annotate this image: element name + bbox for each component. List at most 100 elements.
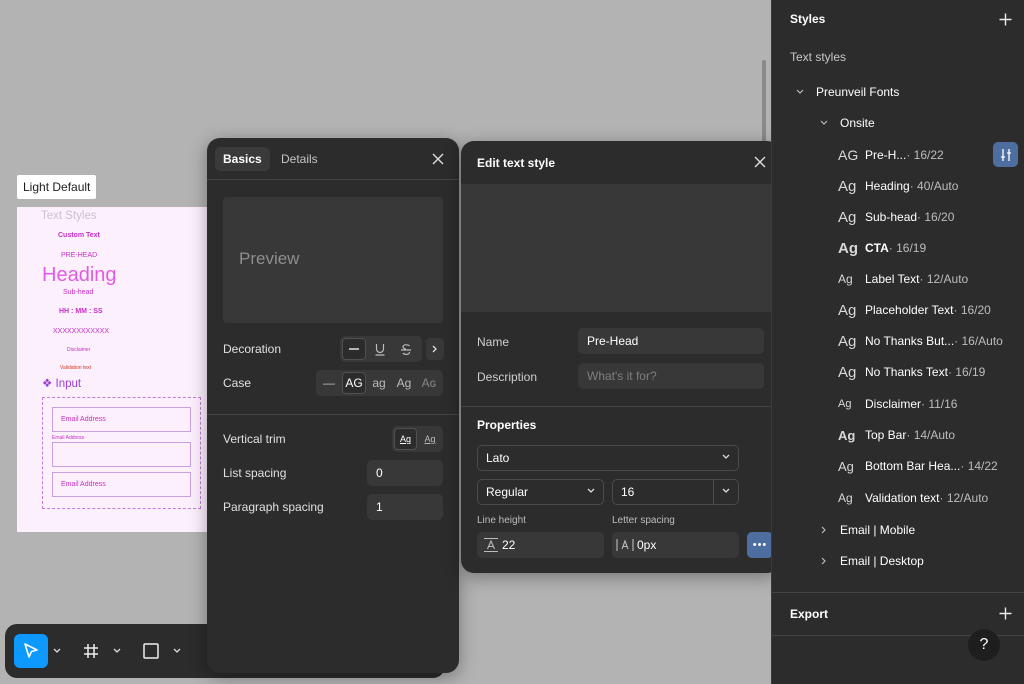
chevron-right-icon[interactable] bbox=[819, 525, 829, 535]
sample-validation: Validation text bbox=[60, 365, 92, 371]
style-meta: · 14/Auto bbox=[906, 428, 956, 442]
divider bbox=[207, 414, 459, 415]
sample-disclaimer: Disclaimer bbox=[67, 347, 91, 353]
text-properties-panel: Basics Details Preview Decoration Case —… bbox=[207, 138, 459, 673]
add-style-button[interactable] bbox=[997, 11, 1013, 27]
style-meta: · 16/22 bbox=[906, 148, 944, 162]
text-style-item[interactable]: Ag Bottom Bar Hea... · 14/22 bbox=[838, 455, 998, 477]
type-preview-icon: Ag bbox=[838, 363, 857, 381]
line-height-input[interactable]: 22 bbox=[477, 532, 604, 558]
input-component-label: ❖ Input bbox=[42, 378, 82, 390]
trim-standard-option[interactable]: Ag bbox=[394, 428, 417, 450]
style-meta: · 12/Auto bbox=[939, 491, 989, 505]
style-name-input[interactable]: Pre-Head bbox=[578, 328, 764, 354]
text-style-item[interactable]: AG Pre-H... · 16/22 bbox=[838, 144, 944, 166]
type-preview-icon: Ag bbox=[838, 491, 853, 505]
name-label: Name bbox=[477, 335, 510, 349]
chevron-down-icon bbox=[722, 488, 730, 493]
style-meta: · 11/16 bbox=[921, 397, 958, 411]
letter-spacing-label: Letter spacing bbox=[612, 515, 675, 526]
decoration-label: Decoration bbox=[223, 342, 282, 356]
type-preview-icon: Ag bbox=[838, 272, 853, 286]
style-group-email-mobile[interactable]: Email | Mobile bbox=[840, 523, 915, 537]
text-preview: Preview bbox=[223, 197, 443, 323]
frame-label[interactable]: Light Default bbox=[17, 175, 97, 199]
canvas-scrollbar[interactable] bbox=[762, 60, 766, 150]
case-small-caps-option[interactable]: Aɢ bbox=[418, 372, 440, 394]
text-style-item[interactable]: Ag Heading · 40/Auto bbox=[838, 175, 958, 197]
chevron-down-icon[interactable] bbox=[170, 643, 184, 659]
tab-details[interactable]: Details bbox=[273, 147, 326, 171]
tab-basics[interactable]: Basics bbox=[215, 147, 270, 171]
text-style-item[interactable]: Ag Label Text · 12/Auto bbox=[838, 268, 968, 290]
hash-icon bbox=[84, 644, 98, 658]
text-style-item[interactable]: Ag Top Bar · 14/Auto bbox=[838, 424, 955, 446]
style-name: Bottom Bar Hea... bbox=[865, 459, 961, 473]
decoration-strikethrough-option[interactable] bbox=[394, 338, 418, 360]
move-tool-button[interactable] bbox=[14, 634, 48, 668]
chevron-down-icon[interactable] bbox=[795, 87, 805, 97]
decoration-none-option[interactable] bbox=[342, 338, 366, 360]
font-family-value: Lato bbox=[486, 451, 510, 465]
font-size-dropdown[interactable]: 16 bbox=[612, 479, 739, 505]
case-lower-option[interactable]: ag bbox=[368, 372, 390, 394]
sample-heading: Heading bbox=[42, 264, 117, 286]
artboard-title: Text Styles bbox=[41, 210, 97, 222]
vertical-trim-label: Vertical trim bbox=[223, 432, 286, 446]
type-preview-icon: Ag bbox=[838, 239, 858, 257]
shape-tool-button[interactable] bbox=[134, 634, 168, 668]
font-family-dropdown[interactable]: Lato bbox=[477, 445, 739, 471]
edit-style-button[interactable] bbox=[993, 142, 1018, 167]
style-group-onsite[interactable]: Onsite bbox=[840, 116, 875, 130]
style-group-email-desktop[interactable]: Email | Desktop bbox=[840, 554, 924, 568]
add-export-button[interactable] bbox=[997, 605, 1013, 621]
style-preview bbox=[461, 184, 780, 312]
text-style-item[interactable]: Ag Disclaimer · 11/16 bbox=[838, 393, 957, 415]
text-styles-heading: Text styles bbox=[790, 50, 847, 64]
style-meta: · 14/22 bbox=[960, 459, 998, 473]
help-button[interactable]: ? bbox=[968, 629, 1000, 661]
rectangle-icon bbox=[143, 643, 159, 659]
style-name: No Thanks Text bbox=[865, 365, 948, 379]
frame-tool-button[interactable] bbox=[74, 634, 108, 668]
sample-pre-head: PRE-HEAD bbox=[61, 252, 98, 259]
decoration-underline-option[interactable] bbox=[368, 338, 392, 360]
list-spacing-input[interactable]: 0 bbox=[367, 460, 443, 486]
more-options-button[interactable]: ••• bbox=[747, 532, 773, 558]
description-input[interactable]: What's it for? bbox=[578, 363, 764, 389]
text-style-item[interactable]: Ag CTA · 16/19 bbox=[838, 237, 926, 259]
style-meta: · 12/Auto bbox=[919, 272, 969, 286]
type-preview-icon: Ag bbox=[838, 427, 856, 443]
artboard[interactable]: Text Styles Custom Text PRE-HEAD Heading… bbox=[17, 207, 207, 532]
style-meta: · 16/20 bbox=[953, 303, 991, 317]
text-style-item[interactable]: Ag No Thanks But... · 16/Auto bbox=[838, 330, 1003, 352]
text-style-item[interactable]: Ag Sub-head · 16/20 bbox=[838, 206, 954, 228]
trim-cap-height-option[interactable]: Ag bbox=[419, 428, 441, 450]
case-none-option[interactable]: — bbox=[318, 372, 340, 394]
chevron-down-icon[interactable] bbox=[819, 118, 829, 128]
paragraph-spacing-input[interactable]: 1 bbox=[367, 494, 443, 520]
chevron-right-icon bbox=[432, 345, 437, 353]
close-button[interactable] bbox=[748, 150, 772, 174]
text-style-item[interactable]: Ag Placeholder Text · 16/20 bbox=[838, 299, 991, 321]
close-button[interactable] bbox=[426, 147, 450, 171]
vertical-trim-control: Ag Ag bbox=[392, 426, 443, 452]
chevron-down-icon[interactable] bbox=[110, 643, 124, 659]
style-name: CTA bbox=[865, 241, 889, 255]
type-preview-icon: Ag bbox=[838, 177, 857, 195]
divider bbox=[713, 480, 714, 504]
case-title-option[interactable]: Ag bbox=[392, 372, 416, 394]
style-group-preunveil[interactable]: Preunveil Fonts bbox=[816, 85, 899, 99]
adjust-icon bbox=[1000, 148, 1011, 161]
font-weight-dropdown[interactable]: Regular bbox=[477, 479, 604, 505]
letter-spacing-input[interactable]: 0px bbox=[612, 532, 739, 558]
text-style-item[interactable]: Ag No Thanks Text · 16/19 bbox=[838, 361, 985, 383]
chevron-down-icon[interactable] bbox=[50, 643, 64, 659]
text-style-item[interactable]: Ag Validation text · 12/Auto bbox=[838, 487, 988, 509]
case-upper-option[interactable]: AG bbox=[342, 372, 366, 394]
more-decoration-button[interactable] bbox=[426, 338, 444, 360]
chevron-down-icon bbox=[722, 454, 730, 459]
letter-spacing-icon bbox=[616, 539, 634, 551]
chevron-right-icon[interactable] bbox=[819, 556, 829, 566]
sample-placeholder: XXXXXXXXXXXX bbox=[53, 328, 110, 335]
